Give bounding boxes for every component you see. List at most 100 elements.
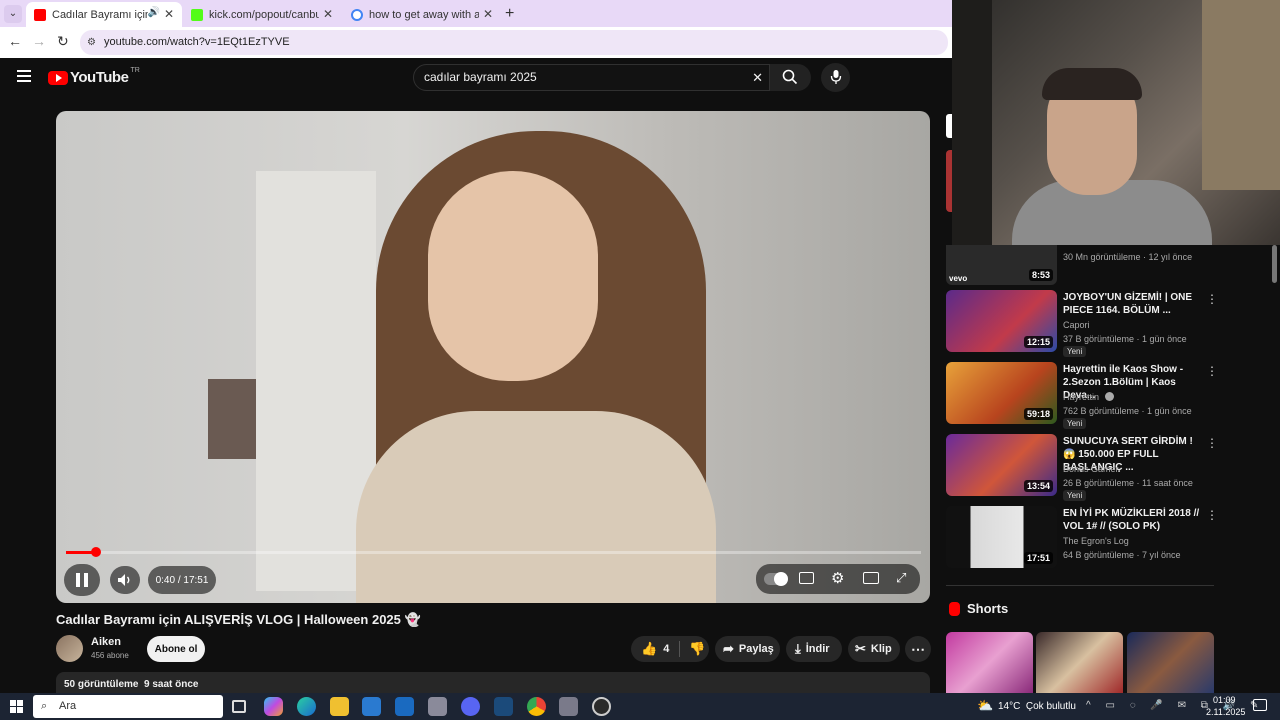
copilot-icon[interactable]: [264, 697, 283, 716]
search-button[interactable]: [770, 64, 811, 91]
more-vertical-icon[interactable]: ⋮: [1206, 508, 1218, 522]
task-view-icon[interactable]: [232, 700, 246, 713]
edge-browser-icon[interactable]: [297, 697, 316, 716]
channel-name[interactable]: Capori: [1063, 320, 1090, 330]
pause-button[interactable]: [64, 564, 100, 596]
short-thumbnail[interactable]: [1036, 632, 1123, 693]
clock-date[interactable]: 2.11.2025: [1206, 707, 1245, 717]
share-button[interactable]: ➦ Paylaş: [715, 636, 780, 662]
video-thumbnail[interactable]: 12:15: [946, 290, 1057, 352]
like-count: 4: [663, 643, 670, 655]
steam-icon[interactable]: [494, 697, 513, 716]
short-thumbnail[interactable]: [1127, 632, 1214, 693]
description-box[interactable]: 50 görüntüleme 9 saat önce: [56, 672, 930, 693]
discord-icon[interactable]: [461, 697, 480, 716]
notification-icon[interactable]: [1253, 699, 1267, 711]
subscribe-button[interactable]: Abone ol: [147, 636, 205, 662]
clip-button[interactable]: ✂ Klip: [848, 636, 900, 662]
chrome-icon[interactable]: [527, 697, 546, 716]
recommendation-item[interactable]: 59:18 Hayrettin ile Kaos Show - 2.Sezon …: [946, 362, 1218, 429]
search-placeholder: Ara: [59, 700, 77, 712]
video-player[interactable]: [56, 111, 930, 603]
clock-time[interactable]: 01:09: [1213, 695, 1236, 705]
player-right-controls: ⚙ ⤢: [756, 564, 920, 594]
file-explorer-icon[interactable]: [330, 697, 349, 716]
settings-gear-icon[interactable]: ⚙: [831, 569, 844, 587]
channel-name[interactable]: Hayrettin: [1063, 392, 1114, 402]
tab-youtube[interactable]: Cadılar Bayramı için ALIŞVE 🔊 ✕: [26, 2, 182, 27]
microsoft-store-icon[interactable]: [362, 697, 381, 716]
clear-search-icon[interactable]: ✕: [752, 65, 763, 90]
more-actions-button[interactable]: ⋯: [905, 636, 931, 662]
channel-name[interactable]: Aiken: [91, 636, 121, 648]
voice-search-button[interactable]: [821, 63, 850, 92]
recommendation-item[interactable]: 12:15 JOYBOY'UN GİZEMİ! | ONE PIECE 1164…: [946, 290, 1218, 357]
video-meta: 64 B görüntüleme · 7 yıl önce: [1063, 550, 1181, 560]
vevo-logo: vevo: [949, 274, 968, 283]
reload-icon[interactable]: ↻: [57, 33, 69, 50]
volume-button[interactable]: [110, 566, 140, 594]
outlook-icon[interactable]: [395, 697, 414, 716]
new-tab-button[interactable]: +: [505, 5, 514, 23]
video-title[interactable]: JOYBOY'UN GİZEMİ! | ONE PIECE 1164. BÖLÜ…: [1063, 291, 1201, 317]
channel-avatar[interactable]: [56, 635, 83, 662]
close-tab-icon[interactable]: ✕: [483, 7, 493, 21]
close-tab-icon[interactable]: ✕: [323, 7, 333, 21]
taskbar-search[interactable]: ⌕ Ara: [33, 695, 223, 718]
video-thumbnail[interactable]: 17:51: [946, 506, 1057, 568]
back-icon[interactable]: ←: [8, 33, 22, 49]
like-button[interactable]: 👍 4: [641, 641, 669, 657]
weather-icon[interactable]: ⛅: [977, 698, 993, 714]
video-duration: 59:18: [1023, 408, 1053, 420]
close-tab-icon[interactable]: ✕: [164, 7, 174, 21]
tab-google[interactable]: how to get away with a murde ✕: [343, 2, 501, 27]
youtube-region-code: TR: [130, 67, 140, 74]
youtube-favicon-icon: [34, 8, 46, 21]
video-duration: 13:54: [1023, 480, 1053, 492]
recommendation-item[interactable]: 17:51 EN İYİ PK MÜZİKLERİ 2018 // VOL 1#…: [946, 506, 1218, 570]
weather-text[interactable]: 14°C Çok bulutlu: [998, 701, 1076, 712]
scrollbar[interactable]: [1272, 245, 1277, 283]
app-icon[interactable]: [428, 697, 447, 716]
progress-bar[interactable]: [66, 547, 921, 557]
obs-icon[interactable]: [592, 697, 611, 716]
video-title[interactable]: EN İYİ PK MÜZİKLERİ 2018 // VOL 1# // (S…: [1063, 507, 1201, 533]
verified-icon: [1104, 392, 1114, 401]
theater-mode-icon[interactable]: [863, 572, 879, 584]
channel-name[interactable]: The Egron's Log: [1063, 536, 1129, 546]
video-thumbnail[interactable]: 13:54: [946, 434, 1057, 496]
download-button[interactable]: ⤓ İndir: [786, 636, 842, 662]
pause-icon: [76, 573, 80, 587]
tab-kick[interactable]: kick.com/popout/canbulatemre ✕: [183, 2, 341, 27]
youtube-logo[interactable]: YouTube TR: [48, 67, 140, 86]
more-vertical-icon[interactable]: ⋮: [1206, 436, 1218, 450]
channel-name[interactable]: Bonus Gamer: [1063, 464, 1119, 474]
subscribe-label: Abone ol: [154, 643, 198, 655]
windows-start-icon[interactable]: [10, 700, 23, 713]
youtube-header: YouTube TR cadılar bayramı 2025 ✕: [0, 58, 952, 102]
video-thumbnail[interactable]: 59:18: [946, 362, 1057, 424]
site-info-icon[interactable]: ⚙: [87, 30, 96, 55]
thumbs-down-icon[interactable]: 👎: [689, 641, 705, 657]
video-thumbnail[interactable]: vevo 8:53: [946, 245, 1057, 285]
url-bar[interactable]: ⚙ youtube.com/watch?v=1EQt1EzTYVE: [80, 30, 948, 55]
progress-scrubber[interactable]: [90, 547, 101, 557]
subtitles-icon[interactable]: [799, 572, 814, 584]
more-vertical-icon[interactable]: ⋮: [1206, 364, 1218, 378]
recommendation-item[interactable]: 13:54 SUNUCUYA SERT GİRDİM ! 😱 150.000 E…: [946, 434, 1218, 501]
tab-list-chevron-icon[interactable]: ⌄: [4, 5, 22, 23]
video-duration: 8:53: [1028, 269, 1053, 281]
menu-icon[interactable]: [17, 70, 31, 82]
speaker-icon[interactable]: 🔊: [148, 7, 160, 18]
search-input[interactable]: cadılar bayramı 2025 ✕: [413, 64, 770, 91]
youtube-play-icon: [48, 70, 68, 85]
app-icon[interactable]: [559, 697, 578, 716]
short-thumbnail[interactable]: [946, 632, 1033, 693]
kick-favicon-icon: [191, 8, 203, 21]
more-vertical-icon[interactable]: ⋮: [1206, 292, 1218, 306]
fullscreen-icon[interactable]: ⤢: [896, 570, 906, 586]
new-badge: Yeni: [1063, 490, 1087, 501]
autoplay-toggle[interactable]: [764, 572, 788, 586]
new-badge: Yeni: [1063, 346, 1087, 357]
forward-icon[interactable]: →: [32, 33, 46, 49]
